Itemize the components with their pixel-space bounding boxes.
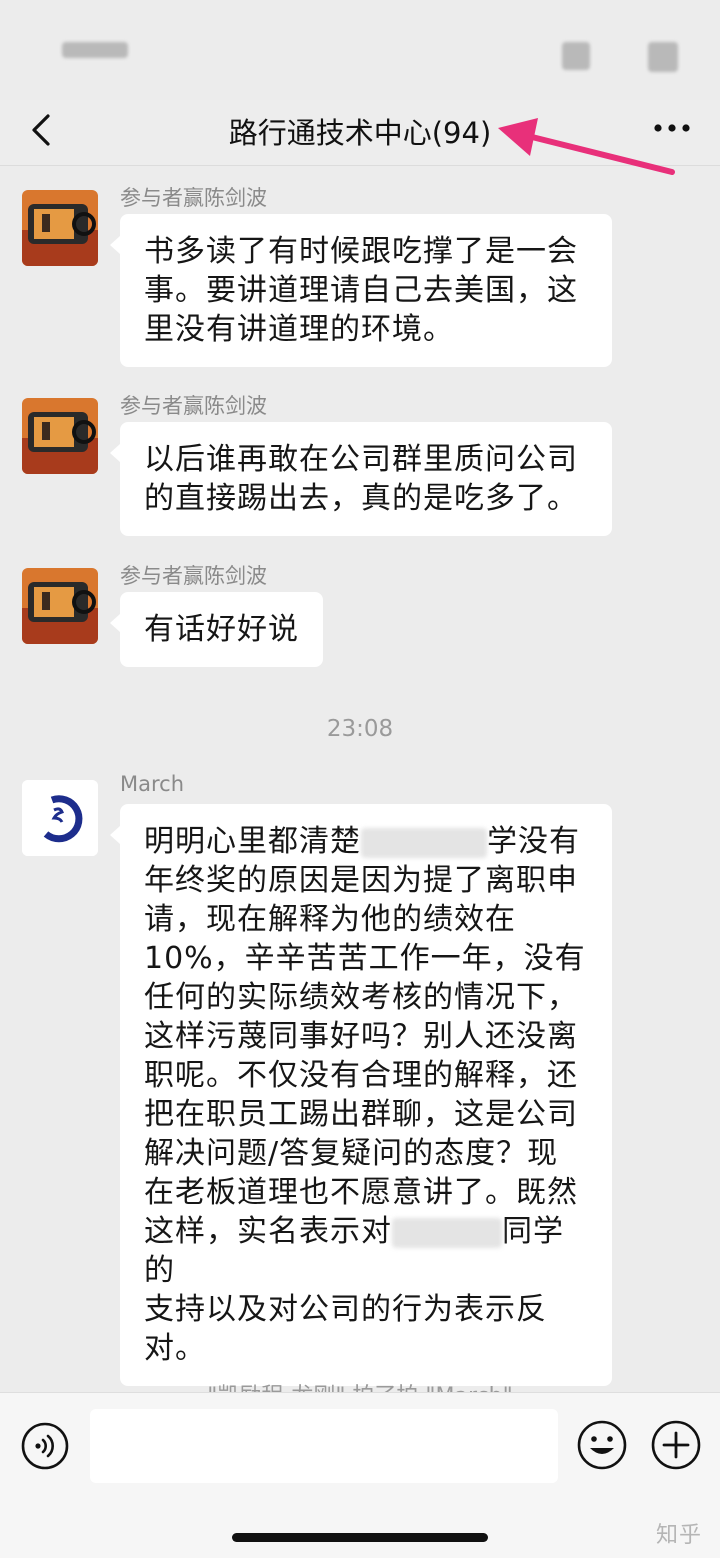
- message-bubble[interactable]: 书多读了有时候跟吃撑了是一会 事。要讲道理请自己去美国，这 里没有讲道理的环境。: [110, 214, 612, 367]
- message-line: 事。要讲道理请自己去美国，这: [144, 273, 578, 308]
- system-note: "凯励程-龙刚" 拍了拍 "March": [0, 1378, 720, 1392]
- message-line: 对。: [144, 1331, 206, 1366]
- message-line: 10%，辛辛苦苦工作一年，没有: [144, 941, 586, 976]
- sender-name: 参与者赢陈剑波: [120, 394, 267, 418]
- avatar[interactable]: [22, 398, 98, 474]
- plus-button[interactable]: [650, 1419, 702, 1471]
- chat-messages: 参与者赢陈剑波 书多读了有时候跟吃撑了是一会 事。要讲道理请自己去美国，这 里没…: [0, 166, 720, 1392]
- timestamp: 23:08: [326, 716, 394, 742]
- message-line: 在老板道理也不愿意讲了。既然: [144, 1175, 578, 1210]
- emoji-button[interactable]: [576, 1419, 628, 1471]
- avatar[interactable]: [22, 568, 98, 644]
- avatar-photo-icon: [22, 190, 98, 266]
- home-indicator: [232, 1533, 488, 1542]
- avatar[interactable]: [22, 190, 98, 266]
- message-line: 里没有讲道理的环境。: [144, 312, 454, 347]
- message-bubble[interactable]: 有话好好说: [110, 592, 323, 667]
- message-line: 书多读了有时候跟吃撑了是一会: [144, 234, 578, 269]
- avatar-photo-icon: [22, 568, 98, 644]
- avatar[interactable]: [22, 780, 98, 856]
- message-line: 年终奖的原因是因为提了离职申: [144, 863, 578, 898]
- message-line: 以后谁再敢在公司群里质问公司: [144, 442, 578, 477]
- message-line: 支持以及对公司的行为表示反: [144, 1292, 547, 1327]
- sender-name: March: [120, 772, 185, 796]
- message-line: 解决问题/答复疑问的态度？现: [144, 1136, 559, 1171]
- message-line: 把在职员工踢出群聊，这是公司: [144, 1097, 578, 1132]
- message-line: 请，现在解释为他的绩效在: [144, 902, 516, 937]
- message-fragment: 明明心里都清楚: [144, 824, 361, 859]
- avatar-logo-icon: [22, 780, 98, 856]
- sender-name: 参与者赢陈剑波: [120, 186, 267, 210]
- status-icon-redacted: [562, 42, 590, 70]
- voice-button[interactable]: [20, 1421, 70, 1471]
- status-bar: [0, 0, 720, 100]
- status-icon-redacted: [648, 42, 678, 72]
- message-input[interactable]: [90, 1409, 558, 1483]
- message-fragment: 这样，实名表示对: [144, 1214, 392, 1249]
- message-line: 这样，实名表示对 同学的: [144, 1212, 588, 1290]
- message-line: 任何的实际绩效考核的情况下，: [144, 980, 578, 1015]
- message-bubble[interactable]: 明明心里都清楚 学没有 年终奖的原因是因为提了离职申 请，现在解释为他的绩效在 1…: [110, 804, 612, 1386]
- watermark: 知乎: [655, 1523, 702, 1548]
- message-fragment: 学没有: [487, 824, 580, 859]
- redacted-text: [361, 827, 487, 858]
- input-bar: 知乎: [0, 1392, 720, 1558]
- status-time-redacted: [62, 42, 128, 58]
- sender-name: 参与者赢陈剑波: [120, 564, 267, 588]
- message-bubble[interactable]: 以后谁再敢在公司群里质问公司 的直接踢出去，真的是吃多了。: [110, 422, 612, 536]
- message-line: 的直接踢出去，真的是吃多了。: [144, 481, 578, 516]
- plus-icon: [651, 1420, 701, 1470]
- message-line: 明明心里都清楚 学没有: [144, 822, 588, 861]
- message-line: 有话好好说: [144, 612, 299, 647]
- redacted-text: [392, 1217, 502, 1248]
- avatar-photo-icon: [22, 398, 98, 474]
- message-line: 这样污蔑同事好吗？别人还没离: [144, 1019, 578, 1054]
- message-line: 职呢。不仅没有合理的解释，还: [144, 1058, 578, 1093]
- emoji-icon: [577, 1420, 627, 1470]
- voice-icon: [21, 1422, 69, 1470]
